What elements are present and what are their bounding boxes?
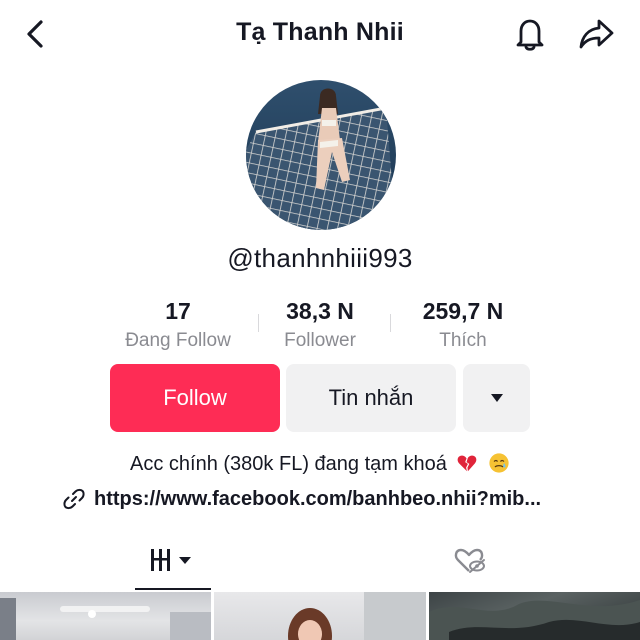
username: @thanhnhiii993 <box>227 243 413 273</box>
bio-link-text: https://www.facebook.com/banhbeo.nhii?mi… <box>94 487 542 510</box>
follow-button-label: Follow <box>163 385 227 410</box>
tab-liked[interactable] <box>448 532 492 588</box>
caret-down-icon <box>490 394 503 402</box>
more-options-button[interactable] <box>463 364 530 432</box>
stat-following[interactable]: 17 Đang Follow <box>108 296 248 354</box>
liked-hidden-icon <box>454 548 485 573</box>
share-arrow-icon <box>579 19 614 49</box>
stat-followers-value: 38,3 N <box>286 298 354 324</box>
video-thumbnail[interactable] <box>0 592 211 640</box>
crying-smile-icon <box>489 453 509 473</box>
message-button-label: Tin nhắn <box>328 385 414 410</box>
video-grid-icon <box>151 549 191 571</box>
stat-likes-value: 259,7 N <box>422 298 504 324</box>
tab-videos[interactable] <box>135 532 211 588</box>
video-grid <box>0 592 640 640</box>
stat-followers-label: Follower <box>284 330 356 351</box>
video-thumbnail[interactable] <box>214 592 426 640</box>
stat-likes[interactable]: 259,7 N Thích <box>393 296 533 354</box>
active-tab-indicator <box>135 588 211 590</box>
stat-followers[interactable]: 38,3 N Follower <box>255 296 385 354</box>
notification-button[interactable] <box>510 14 550 54</box>
content-tabs <box>0 532 640 590</box>
stat-following-value: 17 <box>165 298 191 324</box>
broken-heart-icon <box>458 455 477 472</box>
top-bar: Tạ Thanh Nhii <box>0 0 640 70</box>
bell-icon <box>516 19 544 51</box>
stat-following-label: Đang Follow <box>125 330 231 351</box>
bio: Acc chính (380k FL) đang tạm khoá <box>0 452 640 476</box>
bio-text: Acc chính (380k FL) đang tạm khoá <box>130 453 447 475</box>
message-button[interactable]: Tin nhắn <box>286 364 456 432</box>
link-icon <box>62 486 88 512</box>
stat-likes-label: Thích <box>439 330 487 351</box>
bio-link[interactable]: https://www.facebook.com/banhbeo.nhii?mi… <box>62 486 541 512</box>
video-thumbnail[interactable] <box>429 592 640 640</box>
profile-avatar[interactable] <box>246 80 396 230</box>
share-button[interactable] <box>576 14 618 54</box>
follow-button[interactable]: Follow <box>110 364 280 432</box>
stat-divider <box>390 314 391 332</box>
avatar-image <box>246 80 396 230</box>
